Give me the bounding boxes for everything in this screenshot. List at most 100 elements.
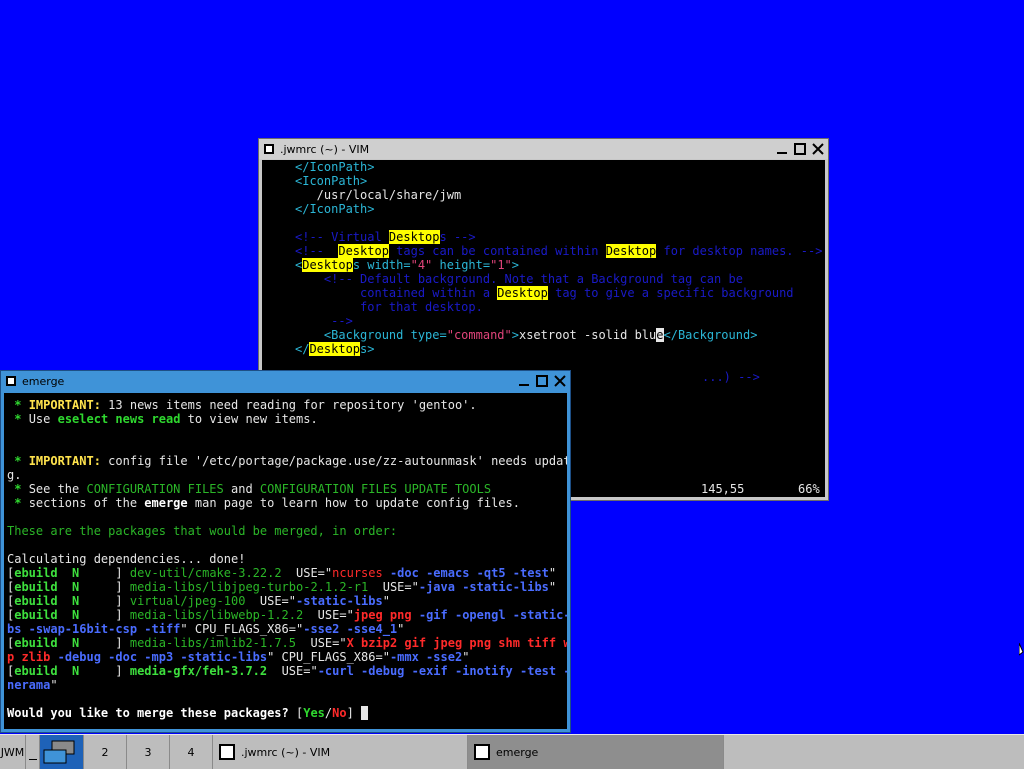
emerge-text: and <box>223 482 260 496</box>
emerge-text: * <box>7 412 29 426</box>
emerge-text: ebuild N <box>14 594 109 608</box>
pager-desktop-3[interactable]: 3 <box>127 735 170 769</box>
vim-text: s --> <box>439 230 476 244</box>
window-icon[interactable] <box>264 144 274 154</box>
emerge-line: * IMPORTANT: 13 news items need reading … <box>7 398 567 412</box>
emerge-line: [ebuild N ] dev-util/cmake-3.22.2 USE="n… <box>7 566 567 580</box>
vim-line: <IconPath> <box>295 174 822 188</box>
maximize-button[interactable] <box>792 141 808 157</box>
emerge-line: [ebuild N ] media-gfx/feh-3.7.2 USE="-cu… <box>7 664 567 678</box>
emerge-text: See the <box>28 482 87 496</box>
vim-text: <IconPath> <box>295 174 368 188</box>
vim-text: tags can be contained within <box>388 244 606 258</box>
vim-text: </IconPath> <box>295 160 375 174</box>
emerge-text: -static-libs <box>296 594 383 608</box>
emerge-text: " CPU_FLAGS_X86=" <box>180 622 304 636</box>
emerge-text: USE=" <box>303 608 354 622</box>
emerge-text: USE=" <box>281 566 333 580</box>
vim-text: <!-- Default background. Note that a Bac… <box>295 272 743 286</box>
close-button[interactable] <box>552 373 568 389</box>
vim-status-position: 145,55 <box>701 482 745 496</box>
emerge-terminal[interactable]: * IMPORTANT: 13 news items need reading … <box>4 393 567 729</box>
vim-text: --> <box>295 314 353 328</box>
emerge-text: jpeg png <box>353 608 412 622</box>
emerge-text: virtual/jpeg-100 <box>129 594 246 608</box>
emerge-text: ] <box>346 706 362 720</box>
window-icon[interactable] <box>6 376 16 386</box>
window-icon <box>219 744 235 760</box>
vim-text: for that desktop. <box>295 300 483 314</box>
emerge-text: " CPU_FLAGS_X86=" <box>267 650 390 664</box>
vim-line: contained within a Desktop tag to give a… <box>295 286 822 300</box>
emerge-line: * IMPORTANT: config file '/etc/portage/p… <box>7 454 567 468</box>
maximize-icon <box>794 143 806 155</box>
vim-text: > <box>511 328 519 342</box>
emerge-text: " <box>462 650 470 664</box>
show-desktop-button[interactable] <box>26 735 40 769</box>
show-desktop-icon <box>28 759 37 760</box>
pager-desktop-1[interactable] <box>40 735 84 769</box>
emerge-line <box>7 692 567 706</box>
maximize-icon <box>536 375 548 387</box>
emerge-text: Would you like to merge these packages? <box>7 706 296 720</box>
vim-line: </IconPath> <box>295 202 822 216</box>
vim-text: </IconPath> <box>295 202 375 216</box>
jwm-menu-button[interactable]: JWM <box>0 735 26 769</box>
vim-text: <!-- Virtual <box>295 230 389 244</box>
emerge-text: * <box>7 496 29 510</box>
emerge-text: CONFIGURATION FILES <box>86 482 224 496</box>
vim-line: <!-- Default background. Note that a Bac… <box>295 272 822 286</box>
vim-text: s> <box>360 342 375 356</box>
emerge-text: USE=" <box>267 664 318 678</box>
close-icon <box>554 375 566 387</box>
vim-line: <Background type="command">xsetroot -sol… <box>295 328 822 342</box>
vim-text: <Background type= <box>295 328 447 342</box>
emerge-text: ebuild N <box>14 580 109 594</box>
emerge-window[interactable]: emerge * IMPORTANT: 13 news items need r… <box>0 370 571 733</box>
vim-line: for that desktop. <box>295 300 822 314</box>
emerge-text: media-libs/libjpeg-turbo-2.1.2-r1 <box>129 580 369 594</box>
vim-line: <!-- Virtual Desktops --> <box>295 230 822 244</box>
vim-text: </Background> <box>663 328 758 342</box>
emerge-titlebar[interactable]: emerge <box>1 371 570 391</box>
vim-text: Desktop <box>309 342 361 356</box>
emerge-line <box>7 426 567 440</box>
close-button[interactable] <box>810 141 826 157</box>
vim-status-percent: 66% <box>798 482 820 496</box>
emerge-text: X bzip2 gif jpeg png shm tiff web <box>346 636 567 650</box>
task-emerge[interactable]: emerge <box>468 735 724 769</box>
vim-text: e <box>656 328 664 342</box>
emerge-line <box>7 510 567 524</box>
emerge-line: * See the CONFIGURATION FILES and CONFIG… <box>7 482 567 496</box>
emerge-text: Use <box>28 412 58 426</box>
task-vim-label: .jwmrc (~) - VIM <box>241 745 331 759</box>
minimize-button[interactable] <box>774 141 790 157</box>
emerge-line: [ebuild N ] media-libs/imlib2-1.7.5 USE=… <box>7 636 567 650</box>
vim-text: "1" <box>490 258 512 272</box>
emerge-text: media-libs/libwebp-1.2.2 <box>129 608 304 622</box>
emerge-text: ebuild N <box>14 566 109 580</box>
pager-desktop-3-label: 3 <box>144 745 152 759</box>
emerge-text: ] <box>108 580 130 594</box>
pager-desktop-4[interactable]: 4 <box>170 735 213 769</box>
emerge-text: ebuild N <box>14 636 109 650</box>
minimize-button[interactable] <box>516 373 532 389</box>
task-vim[interactable]: .jwmrc (~) - VIM <box>213 735 468 769</box>
vim-titlebar[interactable]: .jwmrc (~) - VIM <box>259 139 828 159</box>
emerge-text: IMPORTANT: <box>28 398 109 412</box>
pager-windows-icon <box>43 740 74 764</box>
vim-text: Desktop <box>338 244 389 258</box>
vim-line: </IconPath> <box>295 160 822 174</box>
emerge-line: [ebuild N ] virtual/jpeg-100 USE="-stati… <box>7 594 567 608</box>
emerge-line: Would you like to merge these packages? … <box>7 706 567 720</box>
emerge-text: USE=" <box>296 636 347 650</box>
emerge-text: -debug -doc -mp3 -static-libs <box>57 650 268 664</box>
emerge-text: nerama <box>7 678 51 692</box>
pager-desktop-2[interactable]: 2 <box>84 735 127 769</box>
emerge-text: media-gfx/feh-3.7.2 <box>129 664 268 678</box>
emerge-text: " <box>50 678 58 692</box>
maximize-button[interactable] <box>534 373 550 389</box>
emerge-line: p zlib -debug -doc -mp3 -static-libs" CP… <box>7 650 567 664</box>
emerge-text: p zlib <box>7 650 51 664</box>
emerge-text: emerge <box>144 496 188 510</box>
